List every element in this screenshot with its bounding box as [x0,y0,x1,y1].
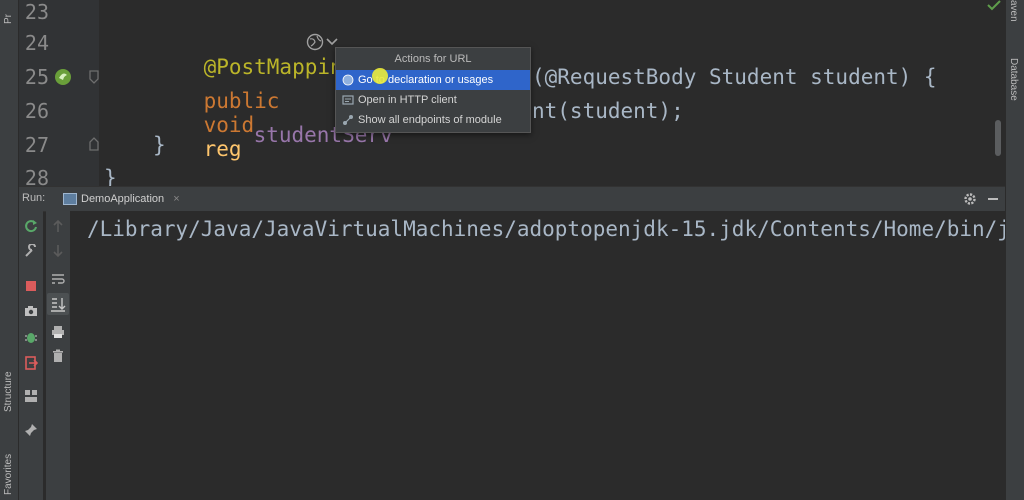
inspection-ok-icon[interactable] [987,0,1001,12]
menu-item-label: Show all endpoints of module [358,114,502,126]
editor-scrollbar-thumb[interactable] [995,120,1001,156]
code-line-28[interactable]: } [104,166,117,186]
project-tool-tab[interactable]: Pr [3,14,14,24]
open-in-http-client-item[interactable]: Open in HTTP client [336,90,530,110]
pin-icon[interactable] [24,423,38,437]
spring-bean-icon[interactable] [53,67,73,87]
run-label: Run: [22,192,46,204]
database-tool-tab[interactable]: Database [1008,58,1019,101]
run-toolbar-primary [19,211,43,500]
stop-icon[interactable] [26,281,36,291]
left-tool-strip: Pr Structure Favorites [0,0,19,500]
endpoints-icon [343,115,353,125]
print-icon[interactable] [51,325,65,339]
http-client-icon [342,95,354,105]
fold-marker-icon[interactable] [89,137,99,151]
tab-demo-application[interactable]: DemoApplication × [59,187,188,213]
wrench-icon[interactable] [24,244,38,258]
code-line-25-rest[interactable]: (@RequestBody Student student) { [532,65,937,89]
rerun-icon[interactable] [24,219,38,233]
endpoint-globe-icon[interactable] [306,33,324,51]
chevron-down-icon[interactable] [326,37,338,47]
run-toolbar-secondary [46,211,71,500]
exit-icon[interactable] [24,356,38,370]
editor-gutter [19,0,99,186]
maven-tool-tab[interactable]: aven [1008,0,1019,22]
favorites-tool-tab[interactable]: Favorites [3,454,14,495]
globe-icon [342,74,354,86]
gear-icon[interactable] [963,192,977,206]
line-number: 23 [24,0,49,24]
actions-for-url-popup: Actions for URL Go to declaration or usa… [335,47,531,133]
tab-label: DemoApplication [81,193,165,205]
line-number: 25 [24,65,49,89]
mouse-cursor-highlight [372,68,388,84]
line-number: 24 [24,31,49,55]
menu-item-label: Open in HTTP client [358,94,457,106]
show-all-endpoints-item[interactable]: Show all endpoints of module [336,110,530,130]
structure-tool-tab[interactable]: Structure [3,371,14,412]
scroll-to-end-icon [51,298,66,312]
trash-icon[interactable] [51,349,65,363]
scroll-to-end-toggle[interactable] [47,293,69,315]
fold-marker-icon[interactable] [89,70,99,84]
line-number: 27 [24,133,49,157]
camera-icon[interactable] [24,304,38,318]
debug-bug-icon[interactable] [24,330,38,344]
code-line-26-rest[interactable]: nt(student); [532,99,684,123]
console-output-line: /Library/Java/JavaVirtualMachines/adopto… [87,217,1005,241]
line-number: 26 [24,99,49,123]
line-number: 28 [24,166,49,186]
arrow-up-icon[interactable] [51,219,65,233]
soft-wrap-icon[interactable] [51,272,65,286]
console-icon [63,193,77,205]
layout-icon[interactable] [24,389,38,403]
arrow-down-icon[interactable] [51,244,65,258]
run-console[interactable]: /Library/Java/JavaVirtualMachines/adopto… [71,211,1005,500]
go-to-declaration-item[interactable]: Go to declaration or usages [336,70,530,90]
popup-title: Actions for URL [394,53,472,65]
close-tab-icon[interactable]: × [173,193,179,205]
right-tool-strip: aven Database [1005,0,1024,500]
code-line-27[interactable]: } [153,133,166,157]
run-tool-window-header: Run: DemoApplication × [19,186,1005,213]
minimize-icon[interactable] [988,198,998,200]
